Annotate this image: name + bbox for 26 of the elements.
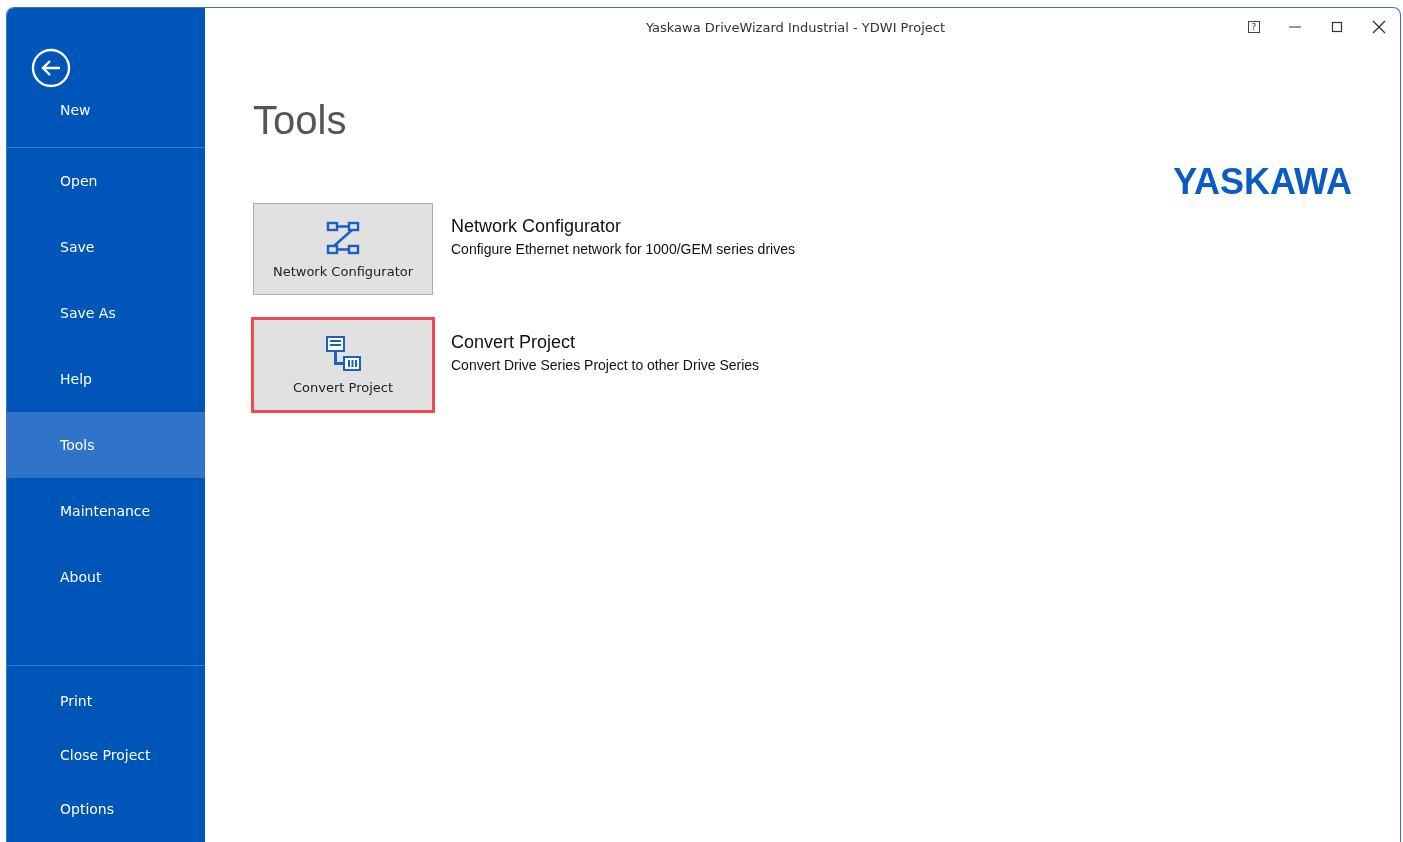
sidebar-item[interactable]: Close Project <box>7 728 205 782</box>
sidebar-item[interactable]: Tools <box>7 412 205 478</box>
sidebar-item[interactable]: New <box>7 102 205 147</box>
window-title: Yaskawa DriveWizard Industrial - YDWI Project <box>644 19 947 35</box>
convert-icon <box>325 335 361 372</box>
sidebar-item[interactable]: Save <box>7 214 205 280</box>
logo: YASKAWA <box>1173 161 1352 203</box>
sidebar-item[interactable]: Print <box>7 674 205 728</box>
back-icon[interactable] <box>31 48 71 88</box>
network-icon <box>325 219 361 256</box>
sidebar-item[interactable]: Open <box>7 148 205 214</box>
tool-description: Configure Ethernet network for 1000/GEM series drives <box>451 240 795 257</box>
sidebar-item[interactable]: Save As <box>7 280 205 346</box>
tool-description: Convert Drive Series Project to other Drive Series <box>451 356 760 373</box>
page-heading: Tools <box>253 98 347 143</box>
help-button[interactable]: ? <box>1248 21 1260 33</box>
tool-title: Convert Project <box>451 331 577 353</box>
maximize-icon[interactable] <box>1330 20 1344 34</box>
tool-button[interactable]: Convert Project <box>251 317 435 413</box>
sidebar-item[interactable]: Maintenance <box>7 478 205 544</box>
sidebar-item[interactable]: Options <box>7 782 205 836</box>
sidebar-item[interactable]: About <box>7 544 205 610</box>
close-icon[interactable] <box>1372 20 1386 34</box>
sidebar-item[interactable]: Help <box>7 346 205 412</box>
tool-title: Network Configurator <box>451 215 623 237</box>
tool-button[interactable]: Network Configurator <box>253 203 433 295</box>
